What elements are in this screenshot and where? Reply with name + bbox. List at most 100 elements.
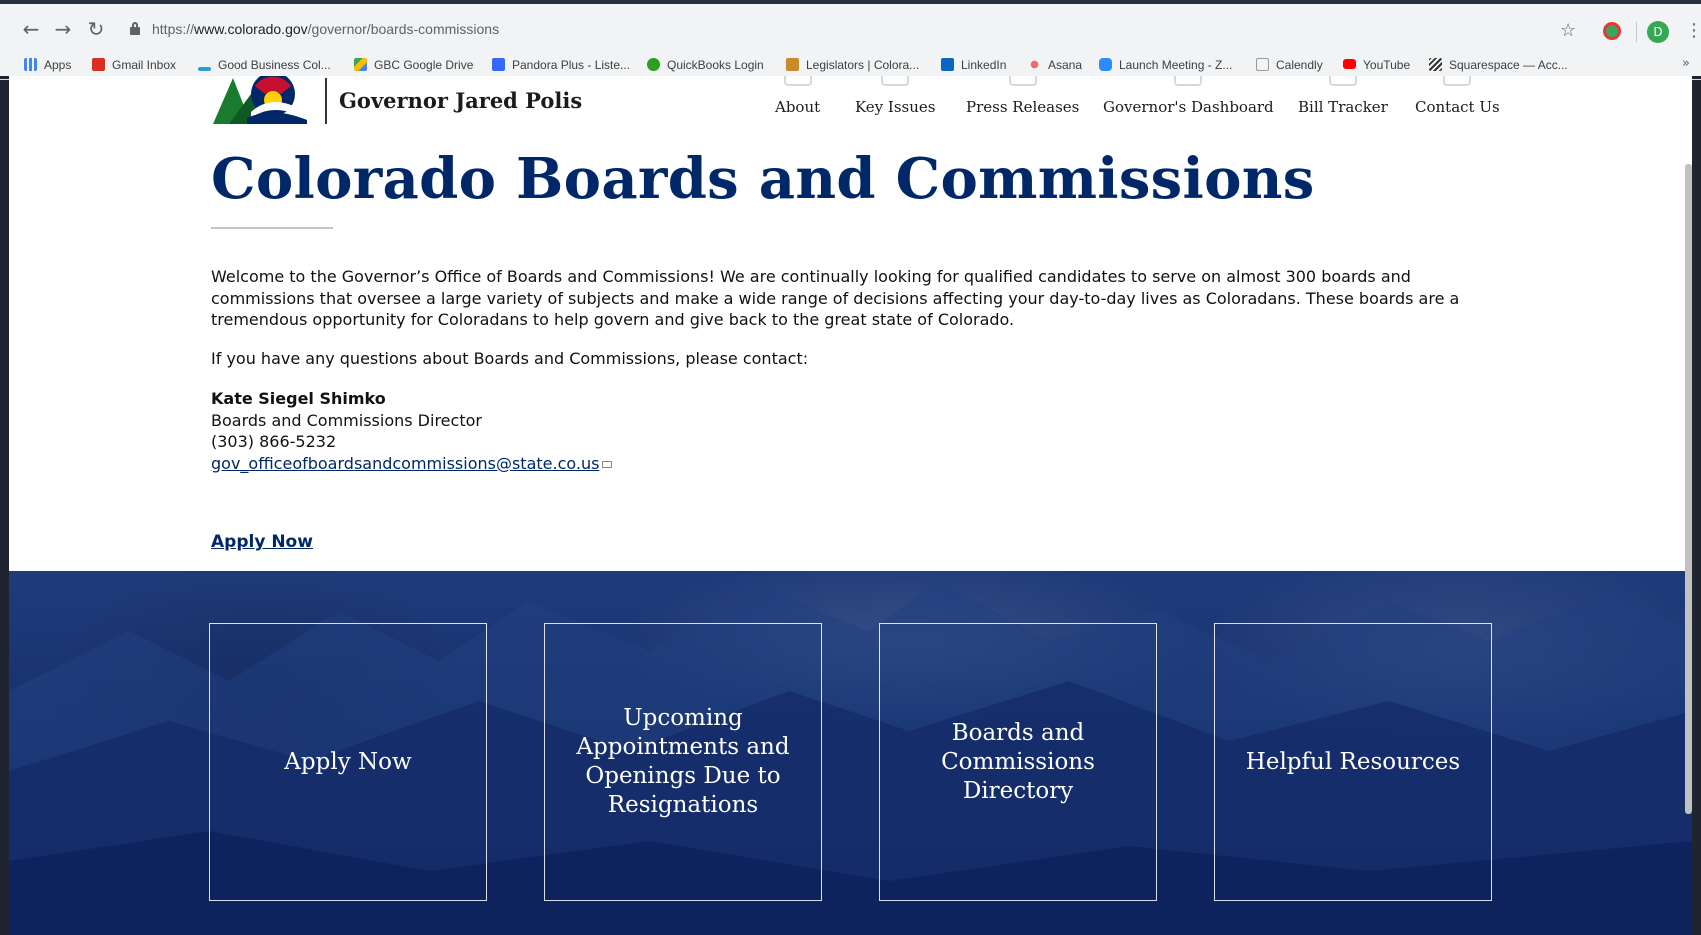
bookmark-label: LinkedIn (961, 58, 1007, 72)
bookmark-zoom[interactable]: Launch Meeting - Z... (1099, 55, 1232, 75)
press-releases-icon (1008, 76, 1037, 86)
bookmark-label: YouTube (1363, 58, 1411, 72)
bookmark-linkedin[interactable]: LinkedIn (941, 55, 1006, 75)
nav-press-releases[interactable]: Press Releases (966, 76, 1080, 116)
youtube-icon (1343, 59, 1356, 69)
bookmark-asana[interactable]: Asana (1028, 55, 1082, 75)
bookmark-label: Launch Meeting - Z... (1119, 58, 1233, 72)
bookmark-label: GBC Google Drive (374, 58, 474, 72)
extension-icon[interactable] (1603, 22, 1621, 40)
bookmark-google-drive[interactable]: GBC Google Drive (354, 55, 473, 75)
tile-boards-directory[interactable]: Boards and Commissions Directory (879, 623, 1157, 901)
tile-label: Apply Now (284, 748, 412, 775)
tile-label: Upcoming Appointments and Openings Due t… (576, 705, 790, 818)
external-mail-icon (602, 460, 613, 468)
about-icon (783, 76, 812, 86)
apply-now-link[interactable]: Apply Now (211, 532, 313, 552)
address-bar[interactable]: https://www.colorado.gov/governor/boards… (120, 16, 1590, 44)
tile-apply-now[interactable]: Apply Now (209, 623, 487, 901)
lock-icon (130, 22, 140, 35)
bookmark-label: Legislators | Colora... (806, 58, 920, 72)
bookmark-gmail[interactable]: Gmail Inbox (92, 55, 176, 75)
bookmark-quickbooks[interactable]: QuickBooks Login (647, 55, 764, 75)
bookmark-squarespace[interactable]: Squarespace — Acc... (1429, 55, 1568, 75)
site-header: Governor Jared Polis About Key Issues Pr… (9, 76, 1692, 136)
bookmark-label: Calendly (1276, 58, 1323, 72)
nav-label: Governor's Dashboard (1103, 98, 1274, 116)
squarespace-icon (1429, 58, 1442, 71)
nav-label: Contact Us (1415, 98, 1500, 116)
bookmark-label: QuickBooks Login (667, 58, 764, 72)
url-domain: www.colorado.gov (194, 21, 308, 37)
tile-helpful-resources[interactable]: Helpful Resources (1214, 623, 1492, 901)
gmail-icon (92, 58, 105, 71)
page-title: Colorado Boards and Commissions (211, 146, 1315, 212)
reload-icon[interactable]: ↻ (85, 18, 107, 40)
calendly-icon (1256, 58, 1269, 71)
bookmark-label: Asana (1048, 58, 1083, 72)
nav-label: Press Releases (966, 98, 1080, 116)
page-scrollbar[interactable] (1685, 164, 1692, 814)
linkedin-icon (941, 58, 954, 71)
nav-bill-tracker[interactable]: Bill Tracker (1298, 76, 1388, 116)
contact-phone: (303) 866-5232 (211, 432, 337, 451)
bookmark-label: Pandora Plus - Liste... (512, 58, 631, 72)
nav-contact-us[interactable]: Contact Us (1415, 76, 1500, 116)
quickbooks-icon (647, 58, 660, 71)
bookmark-legislators[interactable]: Legislators | Colora... (786, 55, 919, 75)
intro-paragraph: Welcome to the Governor’s Office of Boar… (211, 267, 1460, 329)
contact-block: Kate Siegel Shimko Boards and Commission… (211, 388, 613, 475)
back-arrow-icon[interactable]: ← (20, 18, 42, 40)
pandora-icon (492, 58, 505, 71)
site-brand[interactable]: Governor Jared Polis (339, 88, 582, 113)
google-drive-icon (354, 58, 367, 71)
good-business-icon (198, 67, 211, 71)
kebab-menu-icon[interactable]: ⋮ (1685, 20, 1701, 41)
questions-paragraph: If you have any questions about Boards a… (211, 349, 809, 368)
bookmark-label: Good Business Col... (218, 58, 331, 72)
logo-divider (325, 78, 327, 124)
zoom-icon (1099, 58, 1112, 71)
bookmark-label: Gmail Inbox (112, 58, 177, 72)
title-underline (211, 227, 333, 229)
nav-key-issues[interactable]: Key Issues (855, 76, 936, 116)
contact-icon (1443, 76, 1472, 86)
bookmark-apps[interactable]: Apps (24, 55, 71, 75)
url-path: /governor/boards-commissions (307, 21, 500, 37)
profile-avatar[interactable]: D (1647, 21, 1669, 43)
nav-governors-dashboard[interactable]: Governor's Dashboard (1103, 76, 1274, 116)
bookmark-good-business[interactable]: Good Business Col... (198, 55, 331, 75)
forward-arrow-icon[interactable]: → (52, 18, 74, 40)
key-issues-icon (881, 76, 910, 86)
bookmark-label: Squarespace — Acc... (1449, 58, 1568, 72)
bookmark-label: Apps (44, 58, 72, 72)
browser-chrome: ← → ↻ https://www.colorado.gov/governor/… (0, 0, 1701, 80)
nav-label: Key Issues (855, 98, 936, 116)
contact-email-row: gov_officeofboardsandcommissions@state.c… (211, 453, 613, 475)
contact-name: Kate Siegel Shimko (211, 389, 386, 408)
bill-tracker-icon (1328, 76, 1357, 86)
bookmarks-overflow-icon[interactable]: » (1682, 56, 1690, 71)
nav-about[interactable]: About (775, 76, 821, 116)
colorado-logo-icon[interactable] (211, 76, 311, 124)
tile-label: Boards and Commissions Directory (941, 719, 1095, 804)
bookmark-youtube[interactable]: YouTube (1343, 55, 1410, 75)
tile-label: Helpful Resources (1245, 748, 1461, 775)
bookmark-star-icon[interactable]: ☆ (1560, 20, 1576, 41)
toolbar-divider (1636, 22, 1637, 42)
nav-label: About (775, 98, 821, 116)
apps-grid-icon (24, 58, 37, 71)
nav-label: Bill Tracker (1298, 98, 1388, 116)
tile-upcoming-appointments[interactable]: Upcoming Appointments and Openings Due t… (544, 623, 822, 901)
capitol-icon (786, 58, 799, 71)
asana-icon (1028, 58, 1041, 71)
contact-role: Boards and Commissions Director (211, 410, 482, 430)
web-page: Governor Jared Polis About Key Issues Pr… (9, 76, 1692, 935)
contact-email-link[interactable]: gov_officeofboardsandcommissions@state.c… (211, 454, 599, 473)
url-text[interactable]: https://www.colorado.gov/governor/boards… (152, 21, 499, 37)
dashboard-icon (1174, 76, 1203, 86)
bookmark-pandora[interactable]: Pandora Plus - Liste... (492, 55, 630, 75)
bookmark-calendly[interactable]: Calendly (1256, 55, 1323, 75)
url-scheme: https:// (152, 21, 195, 37)
browser-toolbar: ← → ↻ https://www.colorado.gov/governor/… (0, 8, 1701, 50)
